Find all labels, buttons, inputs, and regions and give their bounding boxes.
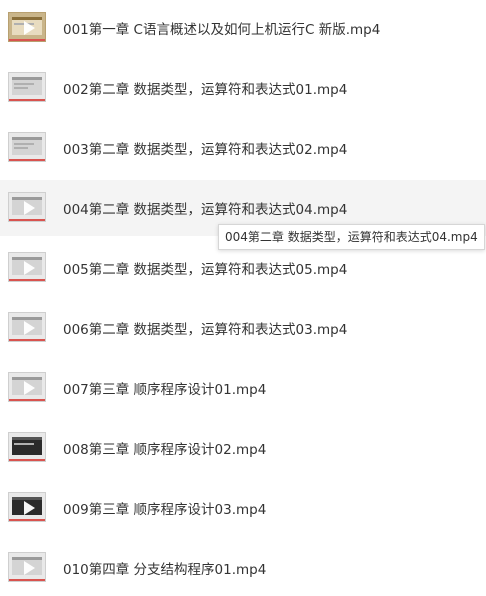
video-thumbnail-icon (8, 312, 46, 342)
file-row[interactable]: 006第二章 数据类型，运算符和表达式03.mp4 (0, 300, 486, 356)
file-name: 001第一章 C语言概述以及如何上机运行C 新版.mp4 (63, 22, 381, 38)
play-icon (24, 201, 35, 215)
video-thumbnail-icon (8, 432, 46, 462)
video-thumbnail-icon (8, 192, 46, 222)
play-icon (24, 381, 35, 395)
file-row[interactable]: 009第三章 顺序程序设计03.mp4 (0, 480, 486, 536)
play-icon (24, 321, 35, 335)
filename-tooltip: 004第二章 数据类型，运算符和表达式04.mp4 (218, 224, 485, 250)
file-name: 005第二章 数据类型，运算符和表达式05.mp4 (63, 262, 348, 278)
file-row[interactable]: 002第二章 数据类型，运算符和表达式01.mp4 (0, 60, 486, 116)
file-name: 002第二章 数据类型，运算符和表达式01.mp4 (63, 82, 348, 98)
file-row[interactable]: 010第四章 分支结构程序01.mp4 (0, 540, 486, 596)
video-thumbnail-icon (8, 72, 46, 102)
video-thumbnail-icon (8, 12, 46, 42)
file-name: 004第二章 数据类型，运算符和表达式04.mp4 (63, 202, 348, 218)
file-row[interactable]: 003第二章 数据类型，运算符和表达式02.mp4 (0, 120, 486, 176)
video-thumbnail-icon (8, 372, 46, 402)
video-thumbnail-icon (8, 552, 46, 582)
file-name: 008第三章 顺序程序设计02.mp4 (63, 442, 267, 458)
file-row[interactable]: 001第一章 C语言概述以及如何上机运行C 新版.mp4 (0, 0, 486, 56)
file-row[interactable]: 008第三章 顺序程序设计02.mp4 (0, 420, 486, 476)
file-name: 010第四章 分支结构程序01.mp4 (63, 562, 267, 578)
play-icon (24, 21, 35, 35)
file-name: 006第二章 数据类型，运算符和表达式03.mp4 (63, 322, 348, 338)
file-name: 003第二章 数据类型，运算符和表达式02.mp4 (63, 142, 348, 158)
video-thumbnail-icon (8, 132, 46, 162)
video-thumbnail-icon (8, 252, 46, 282)
file-row[interactable]: 007第三章 顺序程序设计01.mp4 (0, 360, 486, 416)
play-icon (24, 501, 35, 515)
file-name: 009第三章 顺序程序设计03.mp4 (63, 502, 267, 518)
file-name: 007第三章 顺序程序设计01.mp4 (63, 382, 267, 398)
play-icon (24, 561, 35, 575)
video-thumbnail-icon (8, 492, 46, 522)
play-icon (24, 261, 35, 275)
